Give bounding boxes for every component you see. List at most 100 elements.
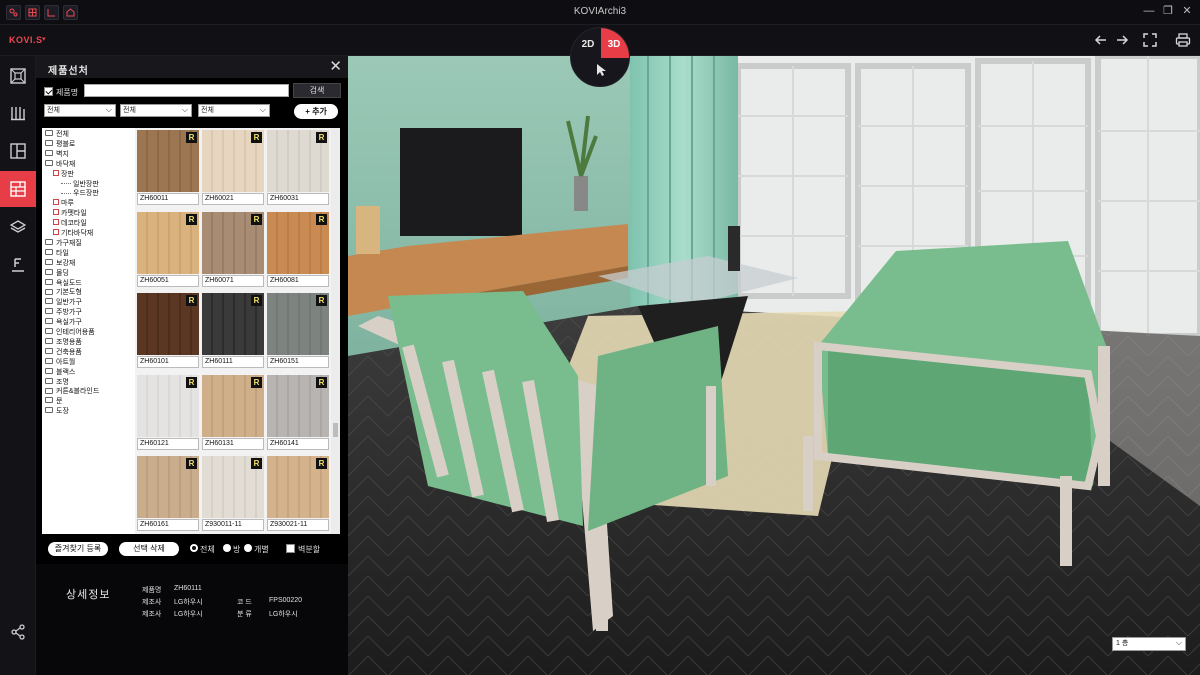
tree-item[interactable]: 기타바닥재 [53, 229, 93, 238]
product-name: ZH60031 [267, 193, 329, 205]
folder-icon [45, 130, 53, 137]
product-badge-icon: R [251, 458, 262, 469]
panel-title: 제품선처 [48, 66, 89, 77]
product-tile[interactable]: R ZH60021 [202, 130, 264, 206]
tree-item[interactable]: 욕실가구 [45, 318, 82, 327]
tree-item[interactable]: 장판 [53, 169, 74, 179]
tree-item[interactable]: 욕실도드 [45, 278, 82, 288]
tree-item[interactable]: 데코타일 [53, 219, 87, 228]
minimize-button[interactable]: — [1142, 4, 1156, 18]
product-tile[interactable]: R ZH60031 [267, 130, 329, 206]
close-panel-button[interactable]: ✕ [329, 59, 342, 74]
floor-material-icon[interactable] [0, 171, 36, 207]
folder-icon [45, 159, 53, 166]
restore-button[interactable]: ❐ [1161, 4, 1175, 18]
tree-item[interactable]: 일반장판 [61, 181, 99, 189]
tree-item[interactable]: 마루 [53, 199, 74, 208]
tree-item[interactable]: 카펫타일 [53, 209, 87, 218]
add-favorite-button[interactable]: 즐겨찾기 등록 [48, 542, 108, 556]
folder-icon [45, 387, 53, 394]
tree-item[interactable]: 커튼&블라인드 [45, 387, 100, 396]
product-tile[interactable]: R ZH60011 [137, 130, 199, 206]
tree-item[interactable]: 조명용품 [45, 338, 82, 347]
product-name: ZH60161 [137, 519, 199, 531]
tree-item[interactable]: 타일 [45, 248, 69, 258]
tree-branch-icon [61, 183, 71, 185]
product-tile[interactable]: R ZH60151 [267, 293, 329, 369]
scroll-thumb[interactable] [333, 423, 338, 437]
folder-icon [45, 288, 53, 295]
tree-item[interactable]: 건축용품 [45, 347, 82, 357]
brand-menu[interactable]: KOVI.S [9, 35, 43, 45]
layout-icon[interactable] [0, 133, 36, 169]
tree-item[interactable]: 가구재질 [45, 239, 82, 248]
folder-icon [45, 248, 53, 255]
tree-item-label: 주방가구 [56, 309, 82, 317]
search-input[interactable] [84, 84, 289, 97]
category-filter-2[interactable]: 전체 [120, 104, 192, 117]
share-icon[interactable] [0, 614, 36, 650]
tree-item[interactable]: 조명 [45, 377, 69, 387]
wine-bottle [728, 226, 740, 271]
product-tile[interactable]: R Z930021-11 [267, 456, 329, 532]
product-name: ZH60071 [202, 274, 264, 287]
view-2d-button[interactable]: 2D [571, 28, 601, 58]
brand-caret-icon[interactable]: ▾ [42, 35, 46, 43]
scope-each-radio[interactable] [244, 544, 252, 552]
product-name: ZH60101 [137, 356, 199, 368]
library-icon[interactable] [0, 95, 36, 131]
redo-icon[interactable] [1114, 32, 1130, 48]
add-button[interactable]: + 추가 [294, 104, 338, 119]
product-tile[interactable]: R ZH60071 [202, 211, 264, 288]
product-tile[interactable]: R ZH60111 [202, 293, 264, 369]
tree-item[interactable]: 우드장판 [61, 190, 99, 198]
undo-icon[interactable] [1093, 32, 1109, 48]
tree-item-label: 인테리어용품 [56, 329, 95, 336]
wall-split-checkbox[interactable] [286, 544, 295, 553]
tree-item[interactable]: 보강재 [45, 258, 75, 268]
product-tile[interactable]: R Z930011-11 [202, 456, 264, 532]
tree-item[interactable]: 인테리어용품 [45, 328, 95, 337]
text-icon[interactable] [0, 247, 36, 283]
view-3d-button[interactable]: 3D [601, 28, 629, 58]
search-button[interactable]: 검색 [293, 83, 341, 98]
tree-item[interactable]: 바닥재 [45, 159, 75, 169]
tree-item[interactable]: 블랙스 [45, 367, 75, 377]
tree-item[interactable]: 주방가구 [45, 308, 82, 317]
tree-item[interactable]: 아트월 [45, 357, 75, 367]
tree-item[interactable]: 평블로 [45, 140, 75, 149]
tree-item[interactable]: 전체 [45, 130, 69, 139]
tree-item[interactable]: 몰딩 [45, 268, 69, 278]
delete-selected-button[interactable]: 선택 삭제 [119, 542, 179, 556]
tree-item[interactable]: 일반가구 [45, 298, 82, 307]
3d-viewport[interactable]: 1 층 [348, 56, 1200, 675]
floor-select[interactable]: 1 층 [1112, 637, 1186, 651]
select-cursor-icon[interactable] [595, 63, 607, 77]
scope-room-radio[interactable] [223, 544, 231, 552]
print-icon[interactable] [1175, 32, 1191, 48]
fullscreen-icon[interactable] [1142, 32, 1158, 48]
expand-icon [53, 169, 59, 176]
tree-item-label: 커튼&블라인드 [56, 388, 100, 396]
product-scrollbar[interactable] [331, 128, 340, 534]
product-tile[interactable]: R ZH60081 [267, 211, 329, 288]
product-name-checkbox[interactable] [44, 87, 53, 96]
tree-item[interactable]: 문 [45, 397, 62, 406]
product-tile[interactable]: R ZH60161 [137, 456, 199, 532]
floorplan-icon[interactable] [0, 58, 36, 94]
product-tile[interactable]: R ZH60051 [137, 211, 199, 288]
product-tile[interactable]: R ZH60141 [267, 374, 329, 451]
product-tile[interactable]: R ZH60121 [137, 374, 199, 451]
layers-icon[interactable] [0, 209, 36, 245]
category-filter-1[interactable]: 전체 [44, 104, 116, 117]
detail-title: 상세정보 [66, 589, 111, 601]
scope-all-radio[interactable] [190, 544, 198, 552]
tree-item[interactable]: 벽지 [45, 149, 69, 159]
close-window-button[interactable]: ✕ [1180, 4, 1194, 18]
product-tile[interactable]: R ZH60101 [137, 293, 199, 369]
tree-item[interactable]: 도장 [45, 407, 69, 416]
product-tile[interactable]: R ZH60131 [202, 374, 264, 451]
product-grid: R ZH60011 R ZH60021 R ZH60031 R ZH60051 R ZH60071… [135, 128, 331, 534]
category-filter-3[interactable]: 전체 [198, 104, 270, 117]
tree-item[interactable]: 기본도형 [45, 288, 82, 297]
